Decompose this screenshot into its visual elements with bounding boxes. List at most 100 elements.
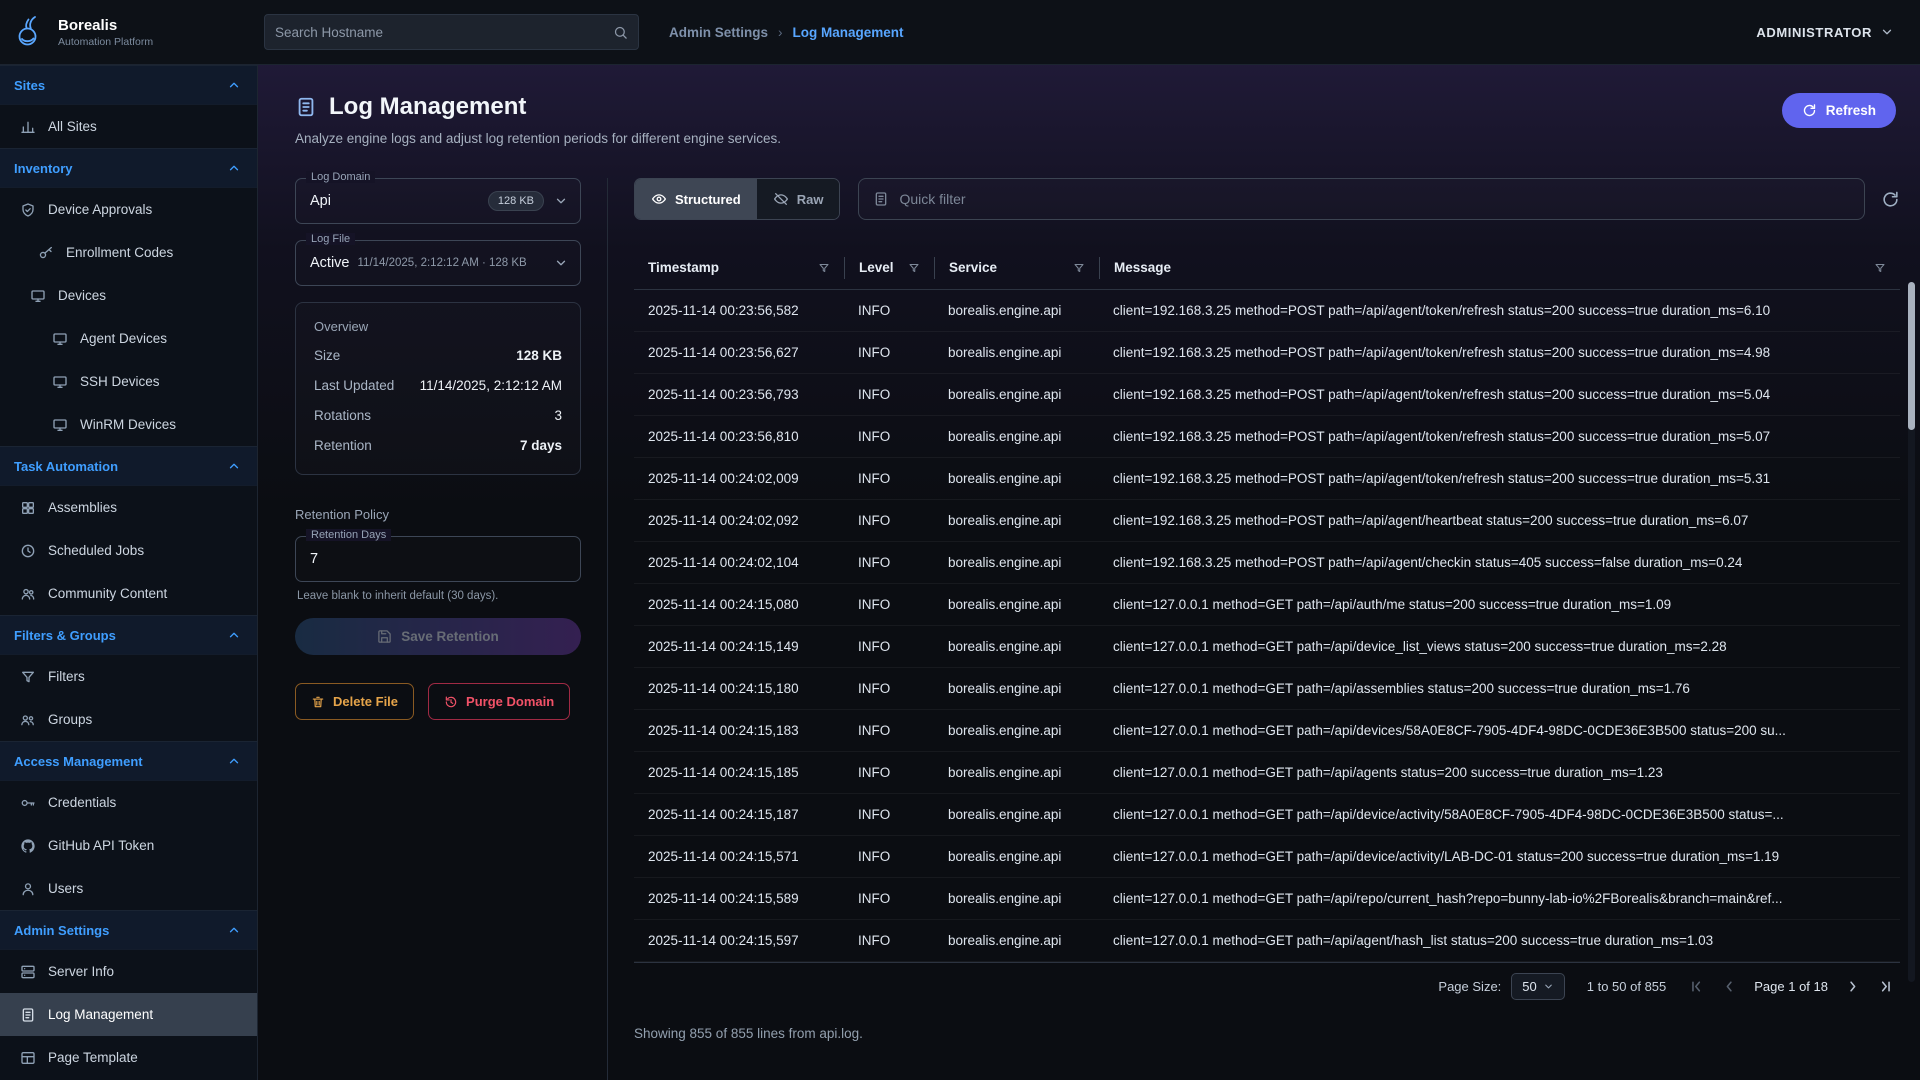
breadcrumb: Admin Settings › Log Management xyxy=(669,25,904,40)
refresh-button[interactable]: Refresh xyxy=(1782,93,1896,128)
sidebar-item-community-content[interactable]: Community Content xyxy=(0,572,257,615)
sites-icon xyxy=(20,119,36,135)
next-page-button[interactable] xyxy=(1844,978,1861,995)
sidebar-section-filters-groups[interactable]: Filters & Groups xyxy=(0,615,257,655)
log-cell-level: INFO xyxy=(844,345,934,360)
filter-icon[interactable] xyxy=(1073,262,1085,274)
sidebar-item-scheduled-jobs[interactable]: Scheduled Jobs xyxy=(0,529,257,572)
sidebar-item-ssh-devices[interactable]: SSH Devices xyxy=(0,360,257,403)
log-row[interactable]: 2025-11-14 00:24:02,104 INFO borealis.en… xyxy=(634,542,1900,584)
sidebar-item-agent-devices[interactable]: Agent Devices xyxy=(0,317,257,360)
sidebar-section-access-management[interactable]: Access Management xyxy=(0,741,257,781)
log-row[interactable]: 2025-11-14 00:24:15,183 INFO borealis.en… xyxy=(634,710,1900,752)
chevron-up-icon xyxy=(227,754,241,768)
log-cell-level: INFO xyxy=(844,387,934,402)
sidebar-item-assemblies[interactable]: Assemblies xyxy=(0,486,257,529)
sidebar-item-devices[interactable]: Devices xyxy=(0,274,257,317)
log-cell-timestamp: 2025-11-14 00:24:15,183 xyxy=(634,723,844,738)
monitor-icon xyxy=(52,331,68,347)
log-row[interactable]: 2025-11-14 00:23:56,627 INFO borealis.en… xyxy=(634,332,1900,374)
table-refresh-button[interactable] xyxy=(1881,190,1900,209)
log-row[interactable]: 2025-11-14 00:24:15,149 INFO borealis.en… xyxy=(634,626,1900,668)
log-cell-level: INFO xyxy=(844,597,934,612)
log-cell-message: client=127.0.0.1 method=GET path=/api/au… xyxy=(1099,597,1900,612)
log-row[interactable]: 2025-11-14 00:24:15,185 INFO borealis.en… xyxy=(634,752,1900,794)
sidebar-item-users[interactable]: Users xyxy=(0,867,257,910)
retention-days-field[interactable]: Retention Days xyxy=(295,536,581,582)
sidebar-item-filters[interactable]: Filters xyxy=(0,655,257,698)
log-cell-message: client=192.168.3.25 method=POST path=/ap… xyxy=(1099,555,1900,570)
overview-row-size: Size 128 KB xyxy=(314,348,562,363)
sidebar-item-groups[interactable]: Groups xyxy=(0,698,257,741)
log-row[interactable]: 2025-11-14 00:24:15,180 INFO borealis.en… xyxy=(634,668,1900,710)
sidebar-item-log-management[interactable]: Log Management xyxy=(0,993,257,1036)
sidebar-section-sites[interactable]: Sites xyxy=(0,65,257,105)
sidebar-section-task-automation[interactable]: Task Automation xyxy=(0,446,257,486)
page-size-select[interactable]: 50 xyxy=(1511,973,1564,1000)
github-icon xyxy=(20,838,36,854)
section-label: Sites xyxy=(14,78,45,93)
retention-days-input[interactable] xyxy=(310,551,568,567)
delete-file-button[interactable]: Delete File xyxy=(295,683,414,720)
log-row[interactable]: 2025-11-14 00:24:15,080 INFO borealis.en… xyxy=(634,584,1900,626)
purge-domain-button[interactable]: Purge Domain xyxy=(428,683,570,720)
column-header-message[interactable]: Message xyxy=(1099,257,1900,279)
log-cell-service: borealis.engine.api xyxy=(934,933,1099,948)
first-page-button[interactable] xyxy=(1688,978,1705,995)
pagination-bar: Page Size: 50 1 to 50 of 855 xyxy=(634,962,1900,1010)
overview-row-last-updated: Last Updated 11/14/2025, 2:12:12 AM xyxy=(314,378,562,393)
sidebar-item-winrm-devices[interactable]: WinRM Devices xyxy=(0,403,257,446)
log-domain-select[interactable]: Log Domain Api 128 KB xyxy=(295,178,581,224)
sidebar-item-device-approvals[interactable]: Device Approvals xyxy=(0,188,257,231)
section-label: Filters & Groups xyxy=(14,628,116,643)
hostname-search-input[interactable] xyxy=(275,25,613,40)
log-row[interactable]: 2025-11-14 00:23:56,582 INFO borealis.en… xyxy=(634,290,1900,332)
save-retention-button[interactable]: Save Retention xyxy=(295,618,581,655)
sidebar-item-all-sites[interactable]: All Sites xyxy=(0,105,257,148)
table-scrollbar[interactable] xyxy=(1908,282,1915,982)
log-cell-message: client=127.0.0.1 method=GET path=/api/de… xyxy=(1099,807,1900,822)
column-header-timestamp[interactable]: Timestamp xyxy=(634,257,844,279)
column-header-service[interactable]: Service xyxy=(934,257,1099,279)
sidebar-item-label: Enrollment Codes xyxy=(66,245,173,260)
log-cell-level: INFO xyxy=(844,723,934,738)
log-cell-message: client=127.0.0.1 method=GET path=/api/ag… xyxy=(1099,933,1900,948)
log-cell-timestamp: 2025-11-14 00:24:15,571 xyxy=(634,849,844,864)
log-row[interactable]: 2025-11-14 00:24:15,589 INFO borealis.en… xyxy=(634,878,1900,920)
structured-view-button[interactable]: Structured xyxy=(635,179,757,219)
sidebar-item-server-info[interactable]: Server Info xyxy=(0,950,257,993)
log-row[interactable]: 2025-11-14 00:24:15,597 INFO borealis.en… xyxy=(634,920,1900,962)
chevron-down-icon xyxy=(1543,981,1554,992)
sidebar-item-page-template[interactable]: Page Template xyxy=(0,1036,257,1079)
raw-view-button[interactable]: Raw xyxy=(757,179,840,219)
breadcrumb-current[interactable]: Log Management xyxy=(793,25,904,40)
previous-page-button[interactable] xyxy=(1721,978,1738,995)
log-file-value: Active xyxy=(310,255,350,271)
quick-filter-box[interactable] xyxy=(858,178,1865,220)
sidebar-item-enrollment-codes[interactable]: Enrollment Codes xyxy=(0,231,257,274)
log-row[interactable]: 2025-11-14 00:23:56,810 INFO borealis.en… xyxy=(634,416,1900,458)
breadcrumb-parent[interactable]: Admin Settings xyxy=(669,25,768,40)
user-menu-button[interactable]: ADMINISTRATOR xyxy=(1756,25,1894,40)
log-row[interactable]: 2025-11-14 00:24:02,092 INFO borealis.en… xyxy=(634,500,1900,542)
hostname-searchbox[interactable] xyxy=(264,14,639,50)
pagination-page-label: Page 1 of 18 xyxy=(1754,979,1828,994)
filter-icon[interactable] xyxy=(908,262,920,274)
column-header-level[interactable]: Level xyxy=(844,257,934,279)
log-file-select[interactable]: Log File Active 11/14/2025, 2:12:12 AM ·… xyxy=(295,240,581,286)
filter-icon[interactable] xyxy=(818,262,830,274)
filter-icon[interactable] xyxy=(1874,262,1886,274)
quick-filter-input[interactable] xyxy=(899,191,1850,207)
sidebar-item-credentials[interactable]: Credentials xyxy=(0,781,257,824)
log-row[interactable]: 2025-11-14 00:24:02,009 INFO borealis.en… xyxy=(634,458,1900,500)
sidebar-item-github-api-token[interactable]: GitHub API Token xyxy=(0,824,257,867)
log-row[interactable]: 2025-11-14 00:23:56,793 INFO borealis.en… xyxy=(634,374,1900,416)
sidebar-section-inventory[interactable]: Inventory xyxy=(0,148,257,188)
sidebar-item-label: SSH Devices xyxy=(80,374,160,389)
last-page-button[interactable] xyxy=(1877,978,1894,995)
sidebar-section-admin-settings[interactable]: Admin Settings xyxy=(0,910,257,950)
log-row[interactable]: 2025-11-14 00:24:15,571 INFO borealis.en… xyxy=(634,836,1900,878)
table-scrollbar-thumb[interactable] xyxy=(1908,282,1915,430)
page-size-label: Page Size: xyxy=(1438,979,1501,994)
log-row[interactable]: 2025-11-14 00:24:15,187 INFO borealis.en… xyxy=(634,794,1900,836)
